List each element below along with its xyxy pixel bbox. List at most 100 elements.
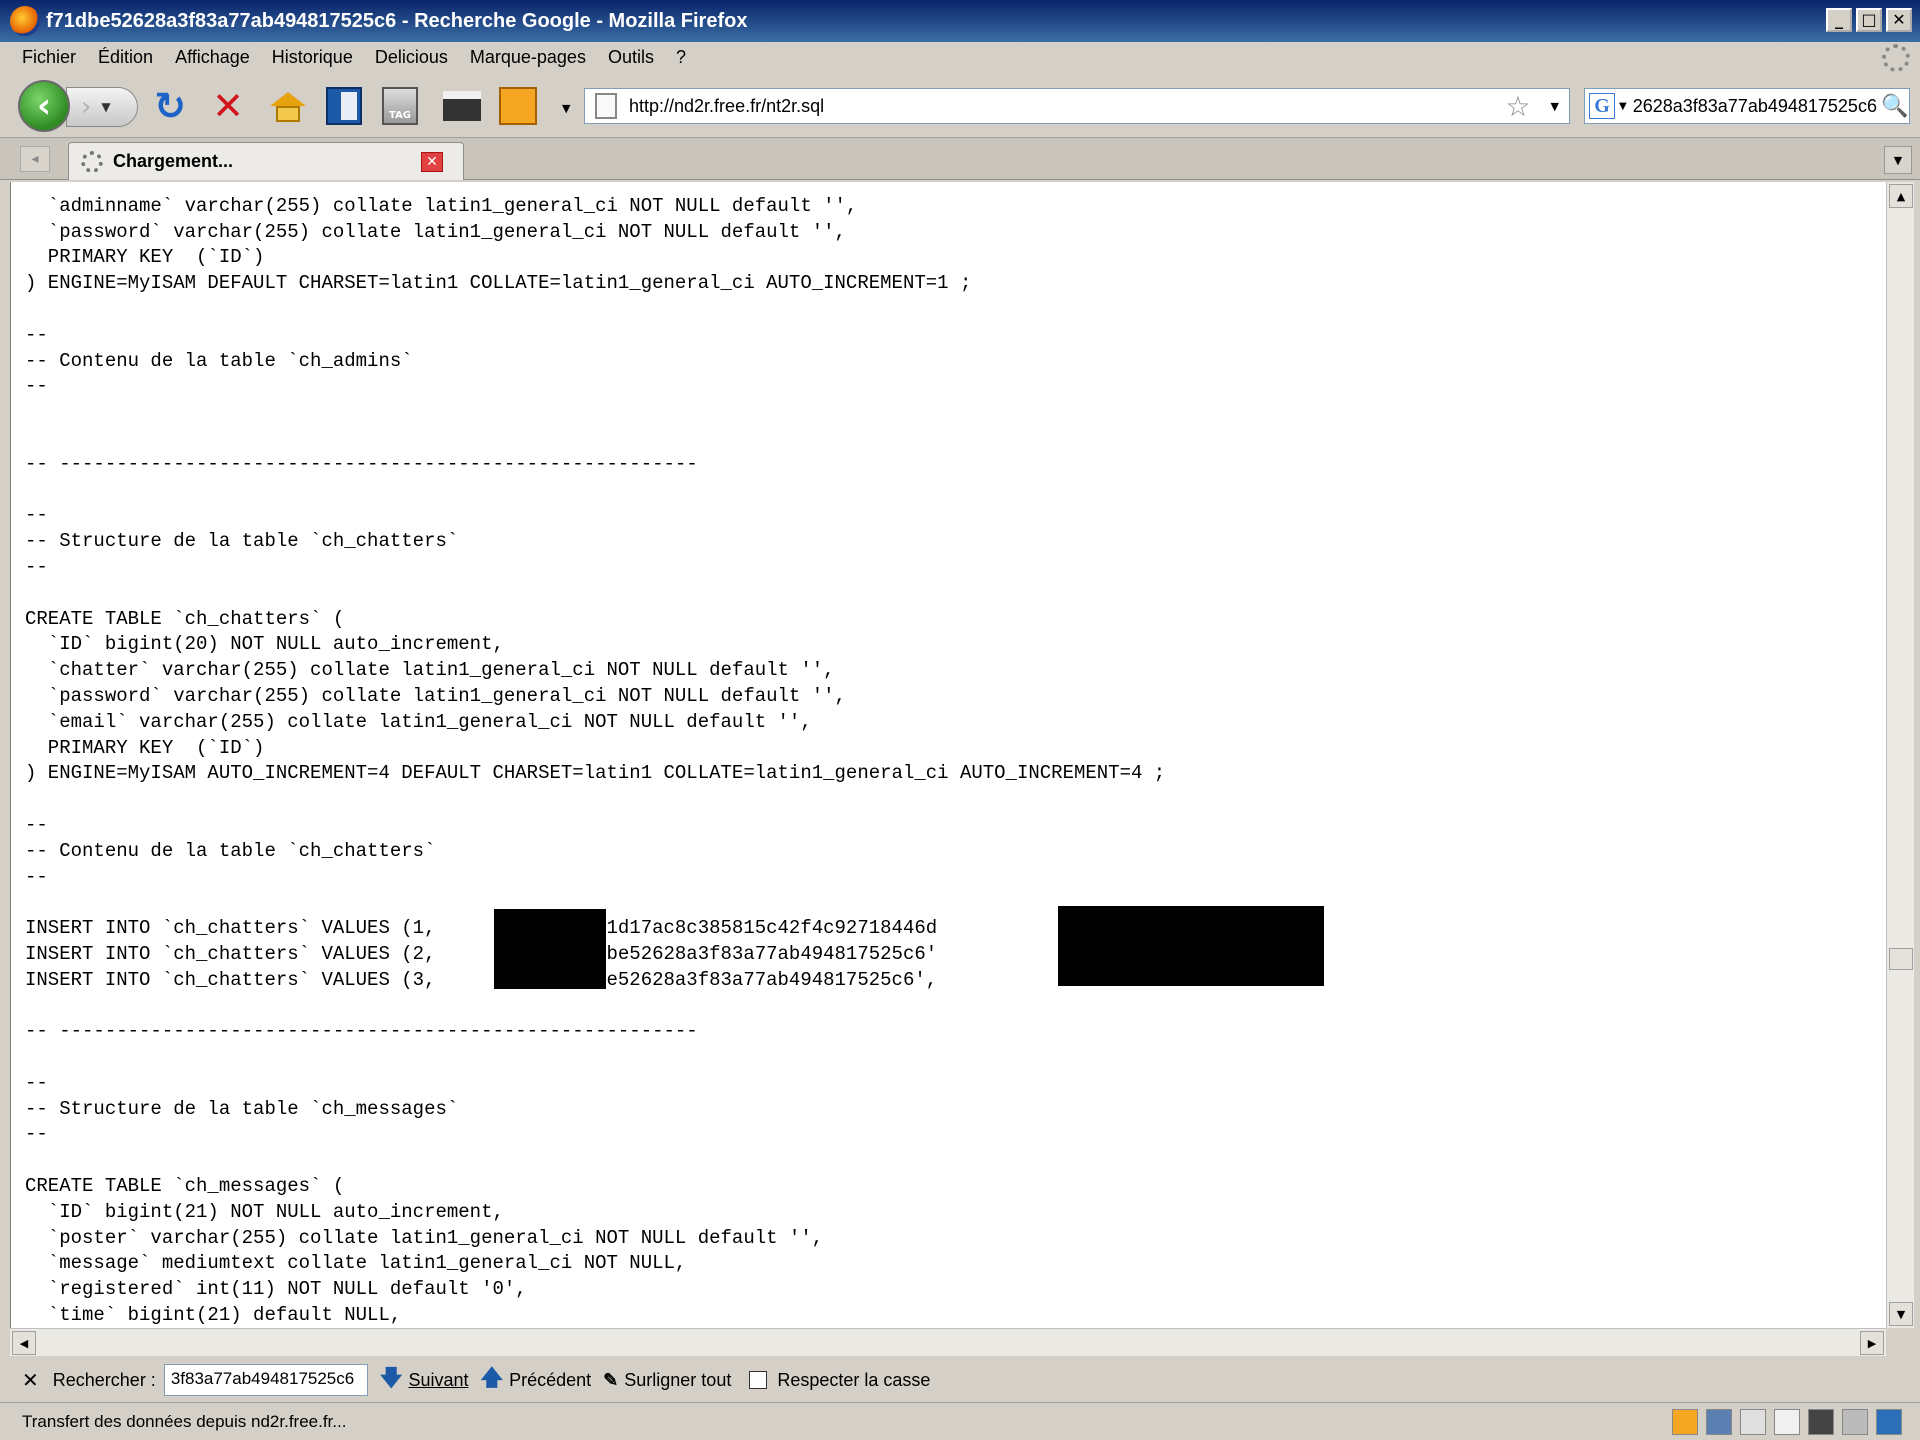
arrow-down-icon: 🡇 [379,1365,403,1390]
sql-line: `adminname` varchar(255) collate latin1_… [25,194,858,217]
tab-scroll-icon[interactable]: ◂ [20,146,50,172]
menu-historique[interactable]: Historique [261,47,364,68]
menu-bar: Fichier Édition Affichage Historique Del… [0,42,1920,72]
sql-line: -- Structure de la table `ch_chatters` [25,530,459,553]
highlight-all-button[interactable]: ✎ Surligner tout [603,1370,731,1391]
find-previous-button[interactable]: 🡅 Précédent [480,1361,591,1399]
address-bar[interactable]: http://nd2r.free.fr/nt2r.sql ☆ ▼ [584,88,1570,124]
url-input[interactable]: http://nd2r.free.fr/nt2r.sql [629,96,1505,117]
search-bar[interactable]: G ▼ 2628a3f83a77ab494817525c6 🔍 [1584,88,1910,124]
notes-button[interactable] [498,86,538,126]
scroll-right-icon[interactable]: ▶ [1860,1331,1884,1355]
match-case-checkbox[interactable] [749,1371,768,1389]
sql-line: -- [25,865,48,888]
url-history-dropdown-icon[interactable]: ▼ [1551,100,1559,113]
sql-line: `password` varchar(255) collate latin1_g… [25,220,846,243]
reload-button[interactable]: ↻ [150,84,190,128]
bookmark-stamp-button[interactable] [442,86,482,126]
sql-line: `ID` bigint(20) NOT NULL auto_increment, [25,633,504,656]
stop-button[interactable]: ✕ [208,84,248,128]
find-previous-label: Précédent [509,1369,592,1390]
stamp-icon [443,91,481,121]
sql-line [25,400,1302,426]
network-status-icon[interactable] [1876,1409,1902,1435]
sql-line: -- [25,555,48,578]
search-input[interactable]: 2628a3f83a77ab494817525c6 [1633,96,1881,117]
find-label: Rechercher : [52,1369,156,1390]
minimize-button[interactable]: _ [1826,8,1852,32]
page-content: `adminname` varchar(255) collate latin1_… [10,182,1886,1328]
menu-outils[interactable]: Outils [597,47,665,68]
highlight-all-label: Surligner tout [624,1369,732,1390]
scroll-up-icon[interactable]: ▲ [1889,184,1913,208]
page-icon [595,93,617,119]
scroll-down-icon[interactable]: ▼ [1889,1302,1913,1326]
sql-line: PRIMARY KEY (`ID`) [25,736,265,759]
menu-fichier[interactable]: Fichier [0,47,87,68]
menu-delicious[interactable]: Delicious [364,47,459,68]
sql-line: `time` bigint(21) default NULL, [25,1304,402,1327]
navigation-toolbar: › ▼ ‹ ↻ ✕ TAG ▼ http://nd2r.free.fr/nt2r… [0,72,1920,138]
match-case-label: Respecter la casse [777,1369,931,1390]
notes-status-icon[interactable] [1672,1409,1698,1435]
sql-line: CREATE TABLE `ch_messages` ( [25,1175,345,1198]
window-title: f71dbe52628a3f83a77ab494817525c6 - Reche… [46,9,748,32]
tag-icon-label: TAG [389,110,411,121]
sql-line: -- [25,504,48,527]
sql-line: `chatter` varchar(255) collate latin1_ge… [25,659,835,682]
tab-label: Chargement... [113,151,234,171]
sql-line: -- [25,1123,48,1146]
sql-line [25,478,1302,504]
history-dropdown-icon[interactable]: ▼ [101,100,110,114]
menu-marque-pages[interactable]: Marque-pages [459,47,597,68]
layout-status-icon[interactable] [1706,1409,1732,1435]
back-button[interactable]: ‹ [18,80,70,132]
sql-source: `adminname` varchar(255) collate latin1_… [25,182,1302,1328]
loading-spinner-icon [81,150,103,173]
sql-line: PRIMARY KEY (`ID`) [25,246,265,269]
horizontal-scrollbar[interactable]: ◀ ▶ [10,1328,1886,1356]
mail-status-icon[interactable] [1774,1409,1800,1435]
vertical-scrollbar[interactable]: ▲ ▼ [1886,182,1914,1328]
all-tabs-dropdown-icon[interactable]: ▼ [1884,146,1912,174]
gear-status-icon[interactable] [1740,1409,1766,1435]
bookmarks-sidebar-button[interactable] [324,86,364,126]
close-tab-icon[interactable]: ✕ [421,152,443,172]
toolbar-overflow-icon[interactable]: ▼ [562,102,570,115]
sql-line: -- Contenu de la table `ch_chatters` [25,839,436,862]
menu-affichage[interactable]: Affichage [164,47,261,68]
sql-line: -- Contenu de la table `ch_admins` [25,349,413,372]
scroll-left-icon[interactable]: ◀ [12,1331,36,1355]
tab-loading[interactable]: Chargement... ✕ [68,142,464,180]
delicious-tag-button[interactable]: TAG [380,86,420,126]
bug-status-icon[interactable] [1842,1409,1868,1435]
tab-bar: ◂ Chargement... ✕ ▼ [0,138,1920,180]
sidebar-icon [326,87,362,125]
google-engine-icon[interactable]: G [1589,93,1615,119]
scroll-thumb[interactable] [1889,948,1913,970]
search-magnifier-icon[interactable]: 🔍 [1881,94,1909,119]
find-next-button[interactable]: 🡇 Suivant [380,1361,469,1399]
menu-help[interactable]: ? [665,47,697,68]
engine-dropdown-icon[interactable]: ▼ [1619,101,1627,112]
stamp-status-icon[interactable] [1808,1409,1834,1435]
home-button[interactable] [268,86,308,126]
find-input[interactable]: 3f83a77ab494817525c6 [163,1364,368,1396]
sql-line [25,1148,1302,1174]
sql-line [25,787,1302,813]
title-bar: f71dbe52628a3f83a77ab494817525c6 - Reche… [0,0,1920,42]
sql-line: -- -------------------------------------… [25,452,698,475]
status-bar: Transfert des données depuis nd2r.free.f… [0,1402,1920,1440]
sql-line: `poster` varchar(255) collate latin1_gen… [25,1226,824,1249]
arrow-up-icon: 🡅 [480,1365,504,1390]
close-find-bar-icon[interactable]: ✕ [22,1368,39,1393]
redaction-block [1058,906,1324,986]
close-window-button[interactable]: ✕ [1886,8,1912,32]
bookmark-star-icon[interactable]: ☆ [1505,90,1530,123]
reload-icon: ↻ [154,84,186,128]
forward-button[interactable]: › ▼ [66,87,138,127]
maximize-button[interactable]: □ [1856,8,1882,32]
sql-line [25,182,1302,194]
menu-edition[interactable]: Édition [87,47,164,68]
status-icons [1672,1409,1902,1435]
